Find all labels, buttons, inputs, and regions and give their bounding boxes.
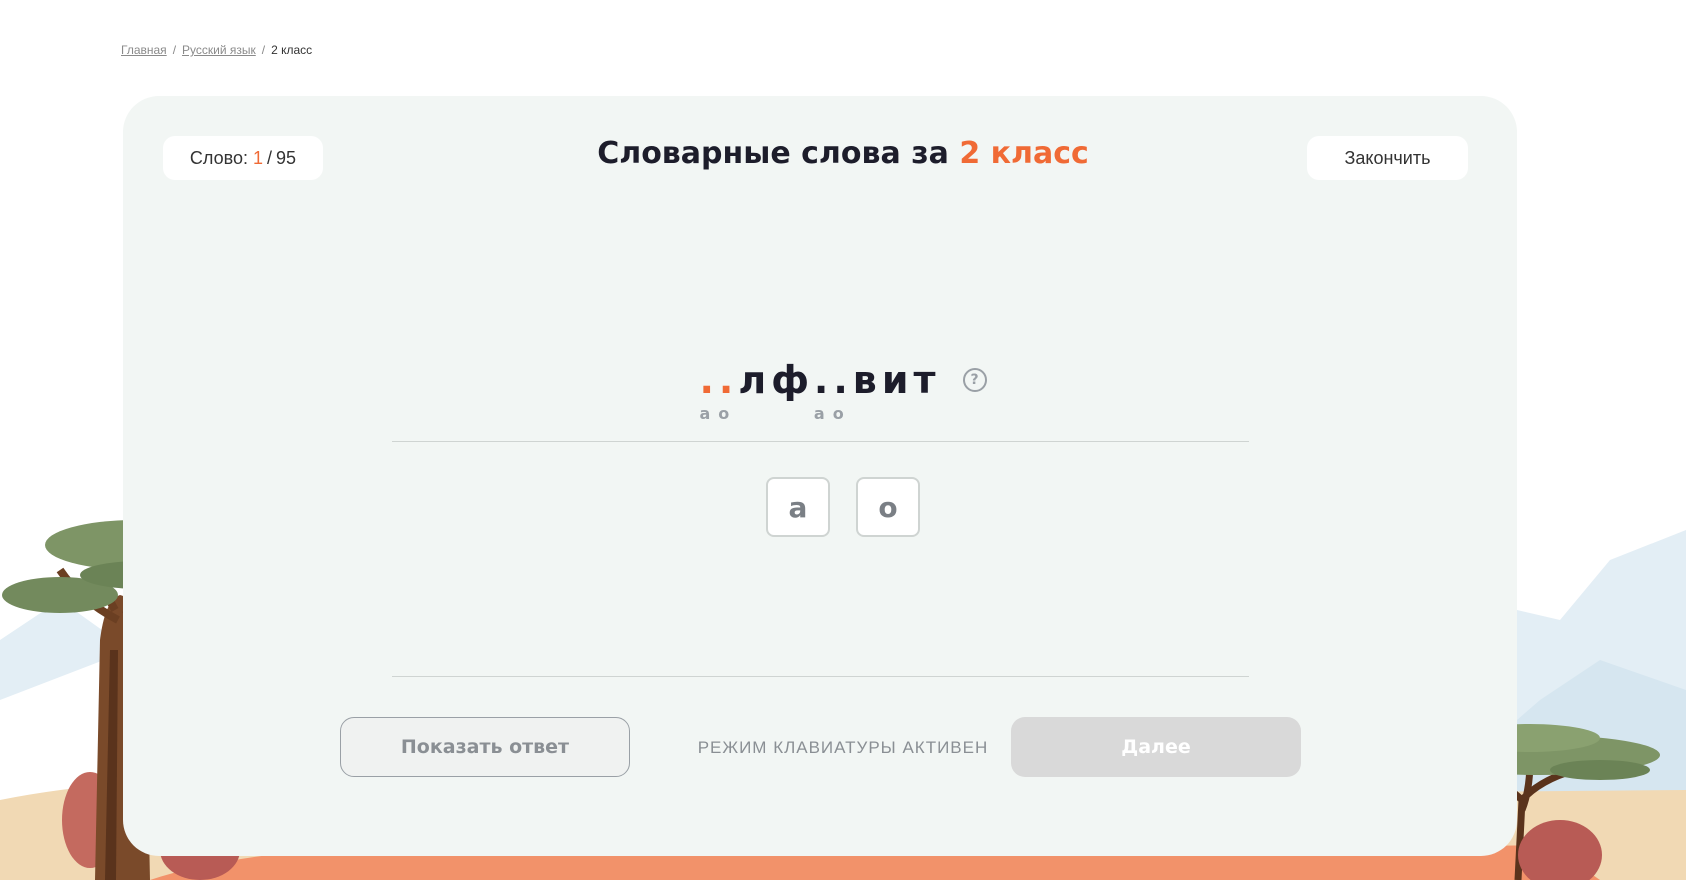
- letter-choices: а о: [0, 477, 1686, 537]
- gap-2-dots: ..: [813, 358, 853, 402]
- gap-1-dots: ..: [699, 358, 739, 402]
- word-part-2: вит: [852, 358, 941, 402]
- word-gap-2[interactable]: .. ао: [813, 358, 853, 423]
- title-accent: 2 класс: [959, 136, 1089, 171]
- title-prefix: Словарные слова за: [597, 136, 949, 171]
- breadcrumb-home-link[interactable]: Главная: [121, 43, 167, 57]
- breadcrumb-separator: /: [261, 43, 266, 57]
- keyboard-mode-status: РЕЖИМ КЛАВИАТУРЫ АКТИВЕН: [697, 738, 989, 757]
- next-button[interactable]: Далее: [1011, 717, 1301, 777]
- divider-top: [392, 441, 1249, 442]
- letter-choice-o[interactable]: о: [856, 477, 920, 537]
- letter-choice-a[interactable]: а: [766, 477, 830, 537]
- word-gap-1[interactable]: .. ао: [699, 358, 739, 423]
- breadcrumb-separator: /: [172, 43, 177, 57]
- breadcrumb-current: 2 класс: [271, 43, 313, 57]
- divider-bottom: [392, 676, 1249, 677]
- word-puzzle: .. ао лф .. ао вит ?: [0, 358, 1686, 423]
- gap-1-hint: ао: [699, 404, 738, 423]
- word-display: .. ао лф .. ао вит ?: [699, 358, 987, 423]
- breadcrumb: Главная / Русский язык / 2 класс: [121, 43, 312, 57]
- gap-2-hint: ао: [813, 404, 852, 423]
- finish-button[interactable]: Закончить: [1307, 136, 1468, 180]
- word-part-1: лф: [738, 358, 814, 402]
- help-icon[interactable]: ?: [962, 368, 987, 392]
- breadcrumb-section-link[interactable]: Русский язык: [182, 43, 256, 57]
